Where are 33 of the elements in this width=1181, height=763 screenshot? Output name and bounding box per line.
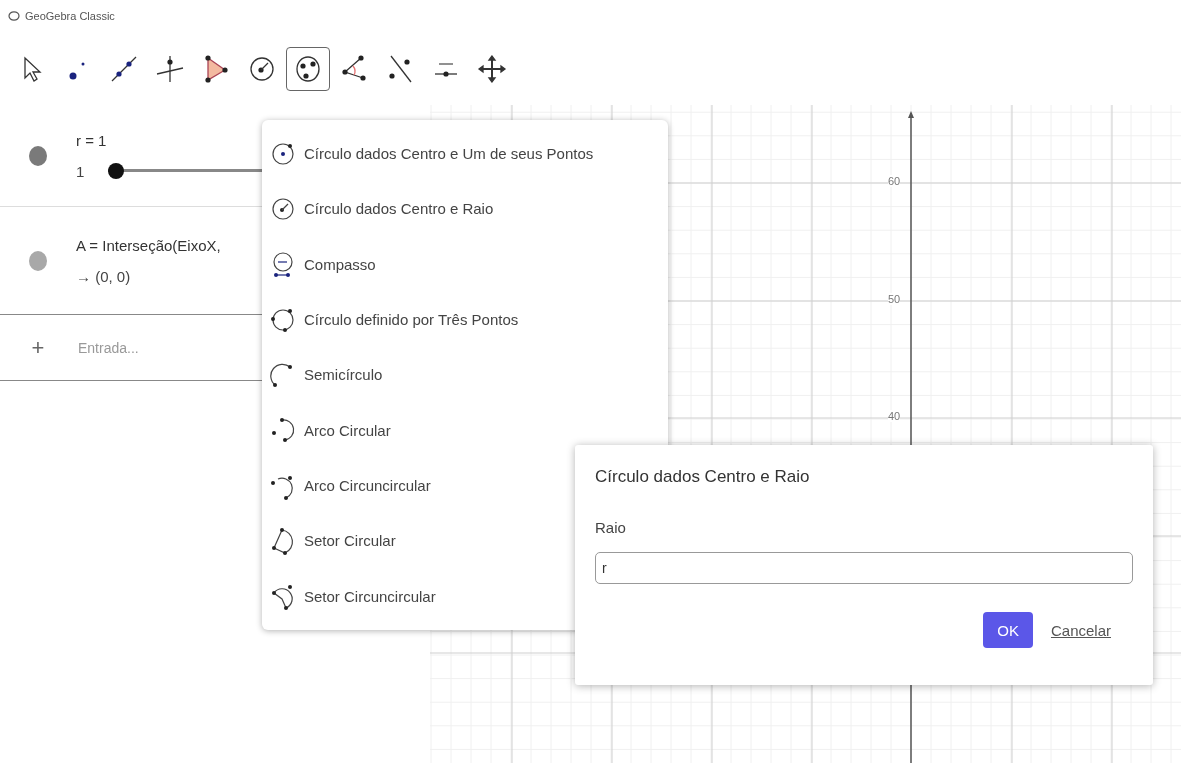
cancel-link[interactable]: Cancelar: [1050, 621, 1111, 639]
visibility-dot[interactable]: [29, 250, 47, 271]
menu-item-label: Semicírculo: [304, 366, 383, 384]
axis-label: 50: [888, 293, 901, 305]
menu-item-label: Arco Circular: [304, 421, 391, 439]
add-symbol[interactable]: +: [31, 334, 45, 361]
menu-item-label: Arco Circuncircular: [304, 477, 431, 495]
window-title: GeoGebra Classic: [25, 10, 115, 22]
menu-item-label: Círculo dados Centro e Raio: [304, 200, 494, 218]
logo-icon: [8, 10, 20, 22]
sector-icon: [270, 525, 296, 556]
axis-label: 60: [888, 175, 901, 187]
menu-item-label: Setor Circuncircular: [304, 587, 436, 605]
slider-value: 1: [76, 162, 85, 180]
object-definition: A = Interseção(EixoX,: [76, 236, 222, 254]
menu-item-label: Círculo dados Centro e Um de seus Pontos: [304, 145, 594, 163]
menu-item[interactable]: Círculo dados Centro e Um de seus Pontos: [262, 126, 668, 182]
slider-thumb[interactable]: [108, 163, 125, 179]
menu-item-label: Círculo definido por Três Pontos: [304, 311, 519, 329]
visibility-dot[interactable]: [29, 145, 47, 166]
menu-item-label: Setor Circular: [304, 532, 396, 550]
menu-item[interactable]: Arco Circular: [262, 402, 668, 458]
ok-button[interactable]: OK: [983, 612, 1033, 648]
object-value: → (0, 0): [76, 267, 132, 285]
dialog-title: Círculo dados Centro e Raio: [595, 467, 811, 487]
menu-item[interactable]: Círculo dados Centro e Raio: [262, 181, 668, 237]
menu-item-label: Compasso: [304, 255, 376, 273]
radius-field[interactable]: r: [595, 552, 1133, 584]
axis-label: 40: [888, 410, 901, 422]
object-definition: r = 1: [76, 131, 108, 149]
tool-button[interactable]: [286, 46, 330, 91]
field-label: Raio: [595, 519, 627, 536]
menu-item[interactable]: Compasso: [262, 236, 668, 292]
